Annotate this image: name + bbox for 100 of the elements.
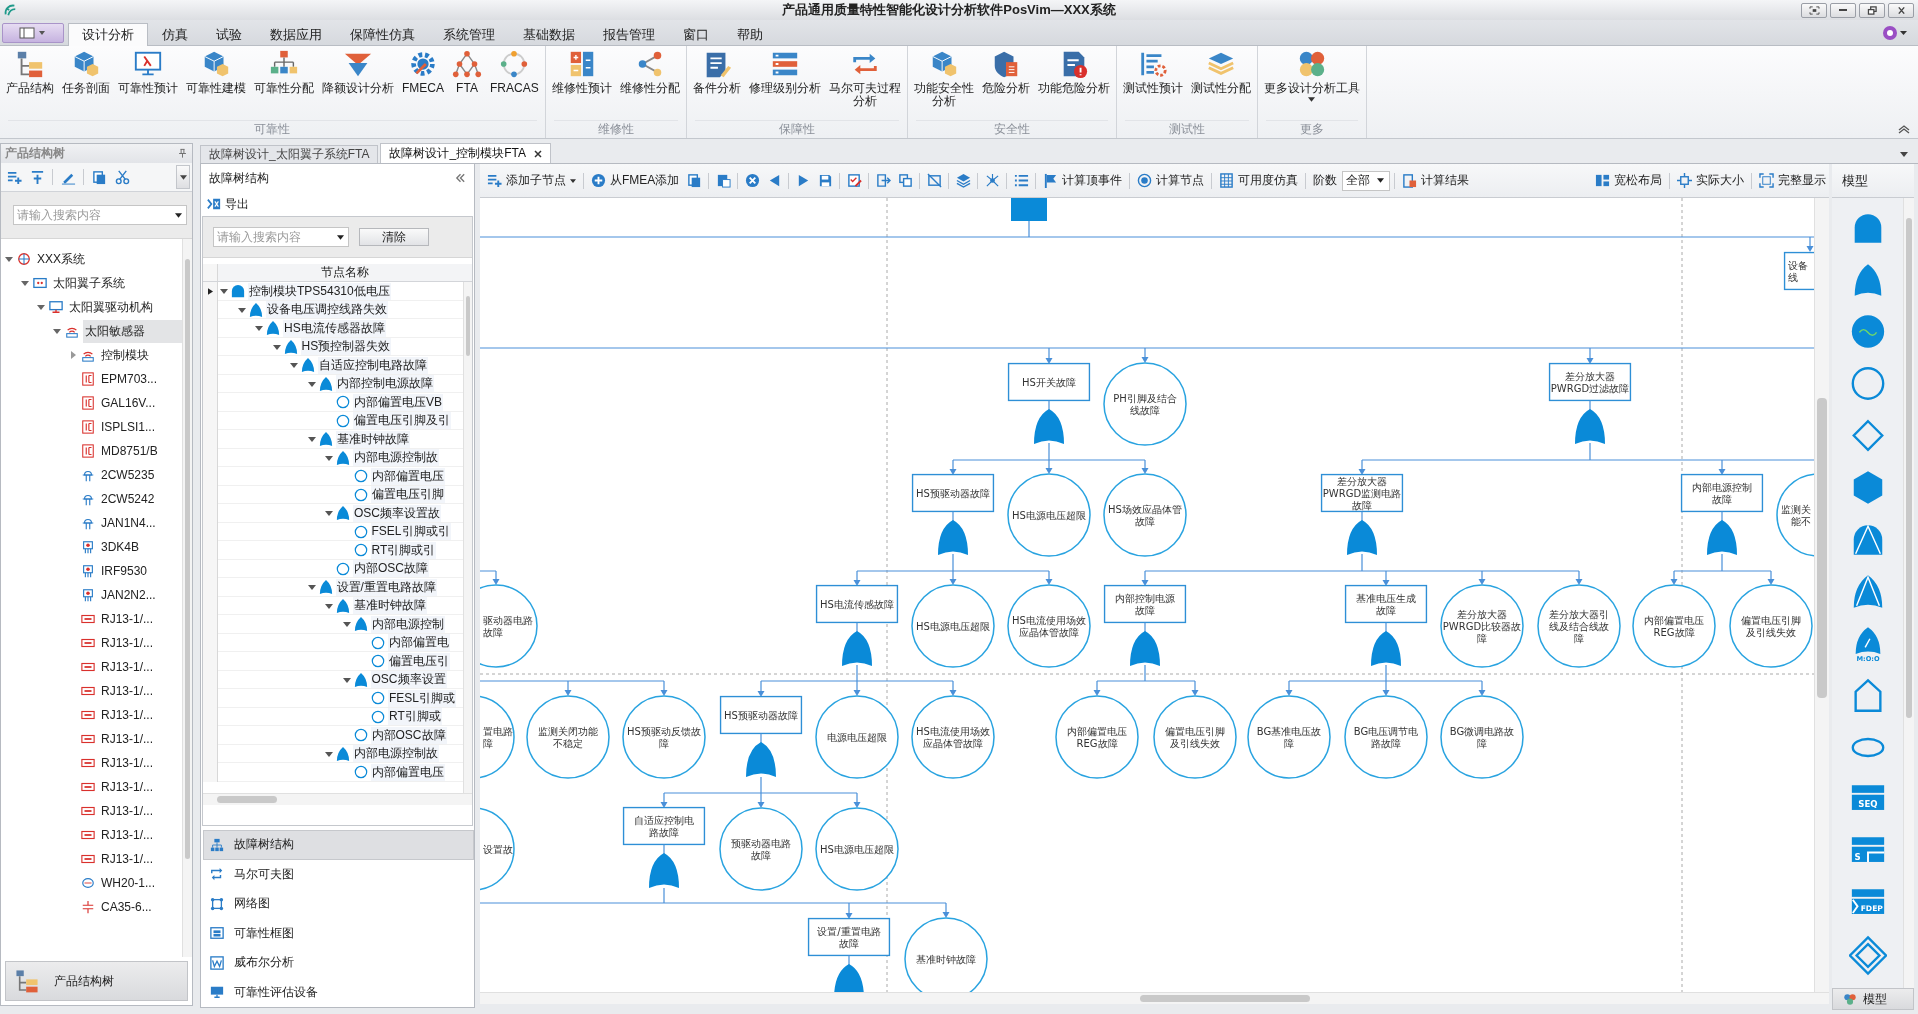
- tree-item[interactable]: RJ13-1/...: [99, 753, 182, 773]
- tree-item[interactable]: RJ13-1/...: [99, 777, 182, 797]
- nav-item[interactable]: 可靠性评估设备: [203, 977, 474, 1007]
- tree-item[interactable]: CA35-6...: [99, 897, 182, 917]
- fault-event[interactable]: 设备 线: [1784, 252, 1814, 290]
- tree-item[interactable]: 3DK4B: [99, 537, 182, 557]
- menu-tab[interactable]: 窗口: [669, 23, 723, 45]
- basic-event[interactable]: 设置故: [480, 808, 514, 890]
- or-gate[interactable]: [842, 622, 872, 666]
- basic-event[interactable]: HS场效应晶体管 故障: [1104, 474, 1186, 556]
- basic-event[interactable]: 置电路 障: [480, 696, 514, 778]
- view-button[interactable]: 宽松布局: [1592, 169, 1665, 192]
- basic-event[interactable]: 驱动器电路 故障: [480, 585, 537, 667]
- tree-item[interactable]: 基准时钟故障: [353, 597, 427, 615]
- model-button[interactable]: 模型: [1832, 988, 1914, 1010]
- tree-item[interactable]: JAN1N4...: [99, 513, 182, 533]
- restore-button[interactable]: [1859, 2, 1885, 18]
- search-field[interactable]: 请输入搜索内容: [213, 227, 349, 248]
- or-gate[interactable]: [1575, 400, 1605, 444]
- tree-item[interactable]: 内部偏置电: [388, 634, 450, 652]
- basic-event[interactable]: HS电源电压超限: [912, 585, 994, 667]
- basic-event[interactable]: BG电压调节电 路故障: [1345, 696, 1427, 778]
- tree-item[interactable]: RJ13-1/...: [99, 705, 182, 725]
- ribbon-button[interactable]: 更多设计分析工具: [1259, 46, 1364, 119]
- command-button[interactable]: 可用度仿真: [1216, 169, 1302, 192]
- product-tree-button[interactable]: 产品结构树: [5, 961, 188, 1001]
- or-gate[interactable]: [1371, 622, 1401, 666]
- vertical-scrollbar[interactable]: [1903, 198, 1914, 988]
- ribbon-button[interactable]: 维修性分配: [615, 46, 684, 119]
- expand-icon[interactable]: [342, 675, 351, 684]
- tree-item[interactable]: RT引脚或引: [370, 541, 437, 559]
- fault-event[interactable]: 差分放大器 PWRGD过滤故障: [1549, 363, 1631, 401]
- or-gate[interactable]: [649, 844, 679, 888]
- menu-tab[interactable]: 试验: [202, 23, 256, 45]
- nav-item[interactable]: 可靠性框图: [203, 918, 474, 948]
- basic-event[interactable]: 偏置电压引脚 及引线失效: [1730, 585, 1812, 667]
- vertical-scrollbar[interactable]: [1814, 198, 1829, 992]
- expand-icon[interactable]: [272, 342, 281, 351]
- basic-event[interactable]: 偏置电压引脚 及引线失效: [1154, 696, 1236, 778]
- tree-item[interactable]: GAL16V...: [99, 393, 182, 413]
- app-menu-button[interactable]: [2, 23, 64, 43]
- tree-item[interactable]: HS预控制器失效: [300, 338, 392, 356]
- ribbon-button[interactable]: 修理级别分析: [744, 46, 825, 119]
- order-select[interactable]: 全部: [1342, 170, 1391, 191]
- tree-item[interactable]: 控制模块: [99, 343, 182, 367]
- expand-icon[interactable]: [5, 255, 13, 263]
- horizontal-scrollbar[interactable]: [480, 992, 1829, 1004]
- tree-item[interactable]: RJ13-1/...: [99, 849, 182, 869]
- horizontal-scrollbar[interactable]: [203, 793, 472, 805]
- basic-event[interactable]: PH引脚及结合 线故障: [1104, 363, 1186, 445]
- tree-item[interactable]: OSC频率设置: [370, 671, 447, 689]
- fault-event[interactable]: 差分放大器 PWRGD监测电路 故障: [1321, 474, 1403, 512]
- caret-icon[interactable]: [175, 213, 182, 218]
- tree-item[interactable]: 内部电源控制故: [353, 449, 439, 467]
- ribbon-button[interactable]: 任务剖面: [58, 46, 114, 119]
- expand-icon[interactable]: [325, 749, 333, 758]
- fault-event[interactable]: 内部电源控制 故障: [1681, 474, 1763, 512]
- expand-icon[interactable]: [342, 620, 351, 629]
- clear-button[interactable]: 清除: [359, 228, 429, 247]
- tree-item[interactable]: 偏置电压引脚及引: [353, 412, 451, 430]
- tree-item[interactable]: 太阳翼子系统: [51, 271, 182, 295]
- caret-icon[interactable]: [1900, 152, 1908, 157]
- tree-item[interactable]: 控制模块TPS54310低电压: [248, 282, 391, 300]
- expand-icon[interactable]: [237, 305, 246, 314]
- minimize-button[interactable]: [1830, 2, 1856, 18]
- tree-item[interactable]: WH20-1...: [99, 873, 182, 893]
- basic-event[interactable]: HS电源电压超限: [1008, 474, 1090, 556]
- nav-item[interactable]: 威布尔分析: [203, 948, 474, 978]
- tree-item[interactable]: XXX系统: [35, 247, 182, 271]
- tree-item[interactable]: OSC频率设置故: [353, 504, 441, 522]
- tree-item[interactable]: RJ13-1/...: [99, 729, 182, 749]
- ribbon-button[interactable]: 维修性预计: [547, 46, 616, 119]
- basic-event[interactable]: 预驱动器电路 故障: [720, 808, 802, 890]
- close-button[interactable]: [1888, 2, 1914, 18]
- basic-event[interactable]: 基准时钟故障: [905, 918, 987, 992]
- tree-item[interactable]: 内部电源控制: [370, 615, 445, 633]
- ribbon-button[interactable]: FTA: [448, 46, 486, 119]
- tree-item[interactable]: 基准时钟故障: [335, 430, 410, 448]
- ribbon-button[interactable]: 可靠性分配: [250, 46, 318, 119]
- tree-item[interactable]: 太阳翼驱动机构: [67, 295, 182, 319]
- tree-item[interactable]: HS电流传感器故障: [283, 319, 386, 337]
- expand-icon[interactable]: [307, 583, 316, 592]
- fault-event[interactable]: HS预驱动器故障: [720, 696, 802, 734]
- more-button[interactable]: [176, 165, 190, 189]
- tree-item[interactable]: 设备电压调控线路失效: [265, 301, 388, 319]
- or-gate[interactable]: [1347, 511, 1377, 555]
- expand-icon[interactable]: [37, 303, 45, 311]
- fullscreen-button[interactable]: [1801, 2, 1827, 18]
- tree-item[interactable]: RJ13-1/...: [99, 825, 182, 845]
- tree-item[interactable]: FESL引脚或: [388, 689, 456, 707]
- nav-item[interactable]: 网络图: [203, 889, 474, 919]
- tree-item[interactable]: 内部偏置电压: [370, 467, 445, 485]
- or-gate[interactable]: [1034, 400, 1064, 444]
- or-gate[interactable]: [1130, 622, 1160, 666]
- fault-event[interactable]: 基准电压生成 故障: [1345, 585, 1427, 623]
- caret-icon[interactable]: [337, 235, 344, 241]
- tree-item[interactable]: 偏置电压引脚: [370, 486, 445, 504]
- tree-item[interactable]: RJ13-1/...: [99, 681, 182, 701]
- basic-event[interactable]: 内部偏置电压 REG故障: [1633, 585, 1715, 667]
- menu-tab[interactable]: 保障性仿真: [336, 23, 429, 45]
